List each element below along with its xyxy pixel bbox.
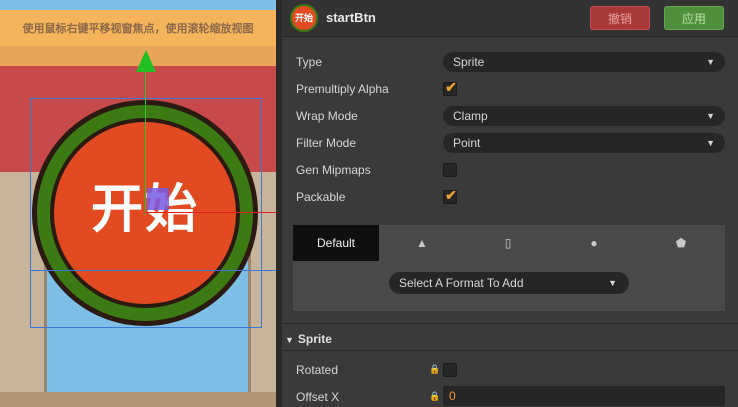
asset-name: startBtn [326, 10, 376, 25]
collapse-triangle-icon: ▼ [285, 335, 294, 345]
move-gizmo-x-axis[interactable] [145, 212, 276, 213]
checkmark-icon: ✔ [445, 79, 457, 95]
inspector-panel: 开始 startBtn 撤销 应用 Type Sprite ▼ Premulti… [282, 0, 738, 407]
wrap-mode-dropdown[interactable]: Clamp ▼ [443, 106, 725, 126]
sprite-section-header[interactable]: ▼ Sprite [285, 332, 332, 346]
chevron-down-icon: ▼ [706, 138, 715, 148]
gen-mipmaps-label: Gen Mipmaps [296, 163, 371, 177]
move-gizmo-y-arrow-icon[interactable] [136, 50, 156, 72]
packable-label: Packable [296, 190, 346, 204]
checkmark-icon: ✔ [445, 187, 457, 203]
wechat-icon: ● [590, 236, 598, 250]
type-label: Type [296, 55, 323, 69]
lock-icon: 🔒 [429, 364, 441, 374]
format-select[interactable]: Select A Format To Add ▼ [389, 272, 629, 294]
tab-android[interactable]: ▲ [379, 225, 465, 261]
inspector-header: 开始 startBtn 撤销 应用 [282, 0, 738, 37]
tab-default[interactable]: Default [293, 225, 379, 261]
sprite-section-title: Sprite [297, 332, 332, 346]
tab-mobile[interactable]: ▯ [465, 225, 551, 261]
tab-wechat[interactable]: ● [551, 225, 637, 261]
filter-mode-label: Filter Mode [296, 136, 357, 150]
rotated-checkbox[interactable] [443, 363, 457, 377]
mobile-icon: ▯ [504, 236, 512, 250]
packable-checkbox[interactable]: ✔ [443, 187, 457, 204]
chevron-down-icon: ▼ [706, 57, 715, 67]
android-icon: ▲ [416, 236, 428, 250]
wrap-mode-label: Wrap Mode [296, 109, 358, 123]
platform-tabs: Default ▲ ▯ ● ⬟ [293, 225, 725, 261]
start-button-thumbnail-icon: 开始 [290, 4, 318, 32]
revert-button[interactable]: 撤销 [590, 6, 650, 30]
format-select-placeholder: Select A Format To Add [399, 276, 524, 290]
tab-html5[interactable]: ⬟ [637, 225, 725, 261]
wrap-mode-value: Clamp [453, 109, 488, 123]
divider [282, 350, 738, 351]
background-floor [0, 392, 276, 407]
rotated-label: Rotated [296, 363, 339, 377]
gen-mipmaps-checkbox[interactable] [443, 163, 457, 177]
premultiply-alpha-label: Premultiply Alpha [296, 82, 389, 96]
scene-hint-text: 使用鼠标右键平移视窗焦点，使用滚轮缩放视图 [22, 23, 254, 35]
chevron-down-icon: ▼ [608, 278, 617, 288]
apply-button[interactable]: 应用 [664, 6, 724, 30]
chevron-down-icon: ▼ [706, 111, 715, 121]
offset-x-label: Offset X [296, 390, 340, 404]
type-dropdown[interactable]: Sprite ▼ [443, 52, 725, 72]
type-value: Sprite [453, 55, 485, 69]
offset-x-input[interactable]: 0 [443, 386, 725, 406]
platform-tab-content: Select A Format To Add ▼ [293, 261, 725, 311]
selection-guide-line [30, 270, 276, 271]
lock-icon: 🔒 [429, 391, 441, 401]
thumbnail-text: 开始 [294, 13, 313, 23]
filter-mode-dropdown[interactable]: Point ▼ [443, 133, 725, 153]
selection-box[interactable] [30, 98, 262, 328]
html5-icon: ⬟ [675, 236, 687, 250]
premultiply-alpha-checkbox[interactable]: ✔ [443, 79, 457, 96]
filter-mode-value: Point [453, 136, 481, 150]
move-gizmo-y-axis[interactable] [145, 70, 146, 215]
divider [282, 323, 738, 324]
move-gizmo-center-handle[interactable] [147, 188, 169, 210]
scene-preview[interactable]: 使用鼠标右键平移视窗焦点，使用滚轮缩放视图 开始 [0, 0, 276, 407]
